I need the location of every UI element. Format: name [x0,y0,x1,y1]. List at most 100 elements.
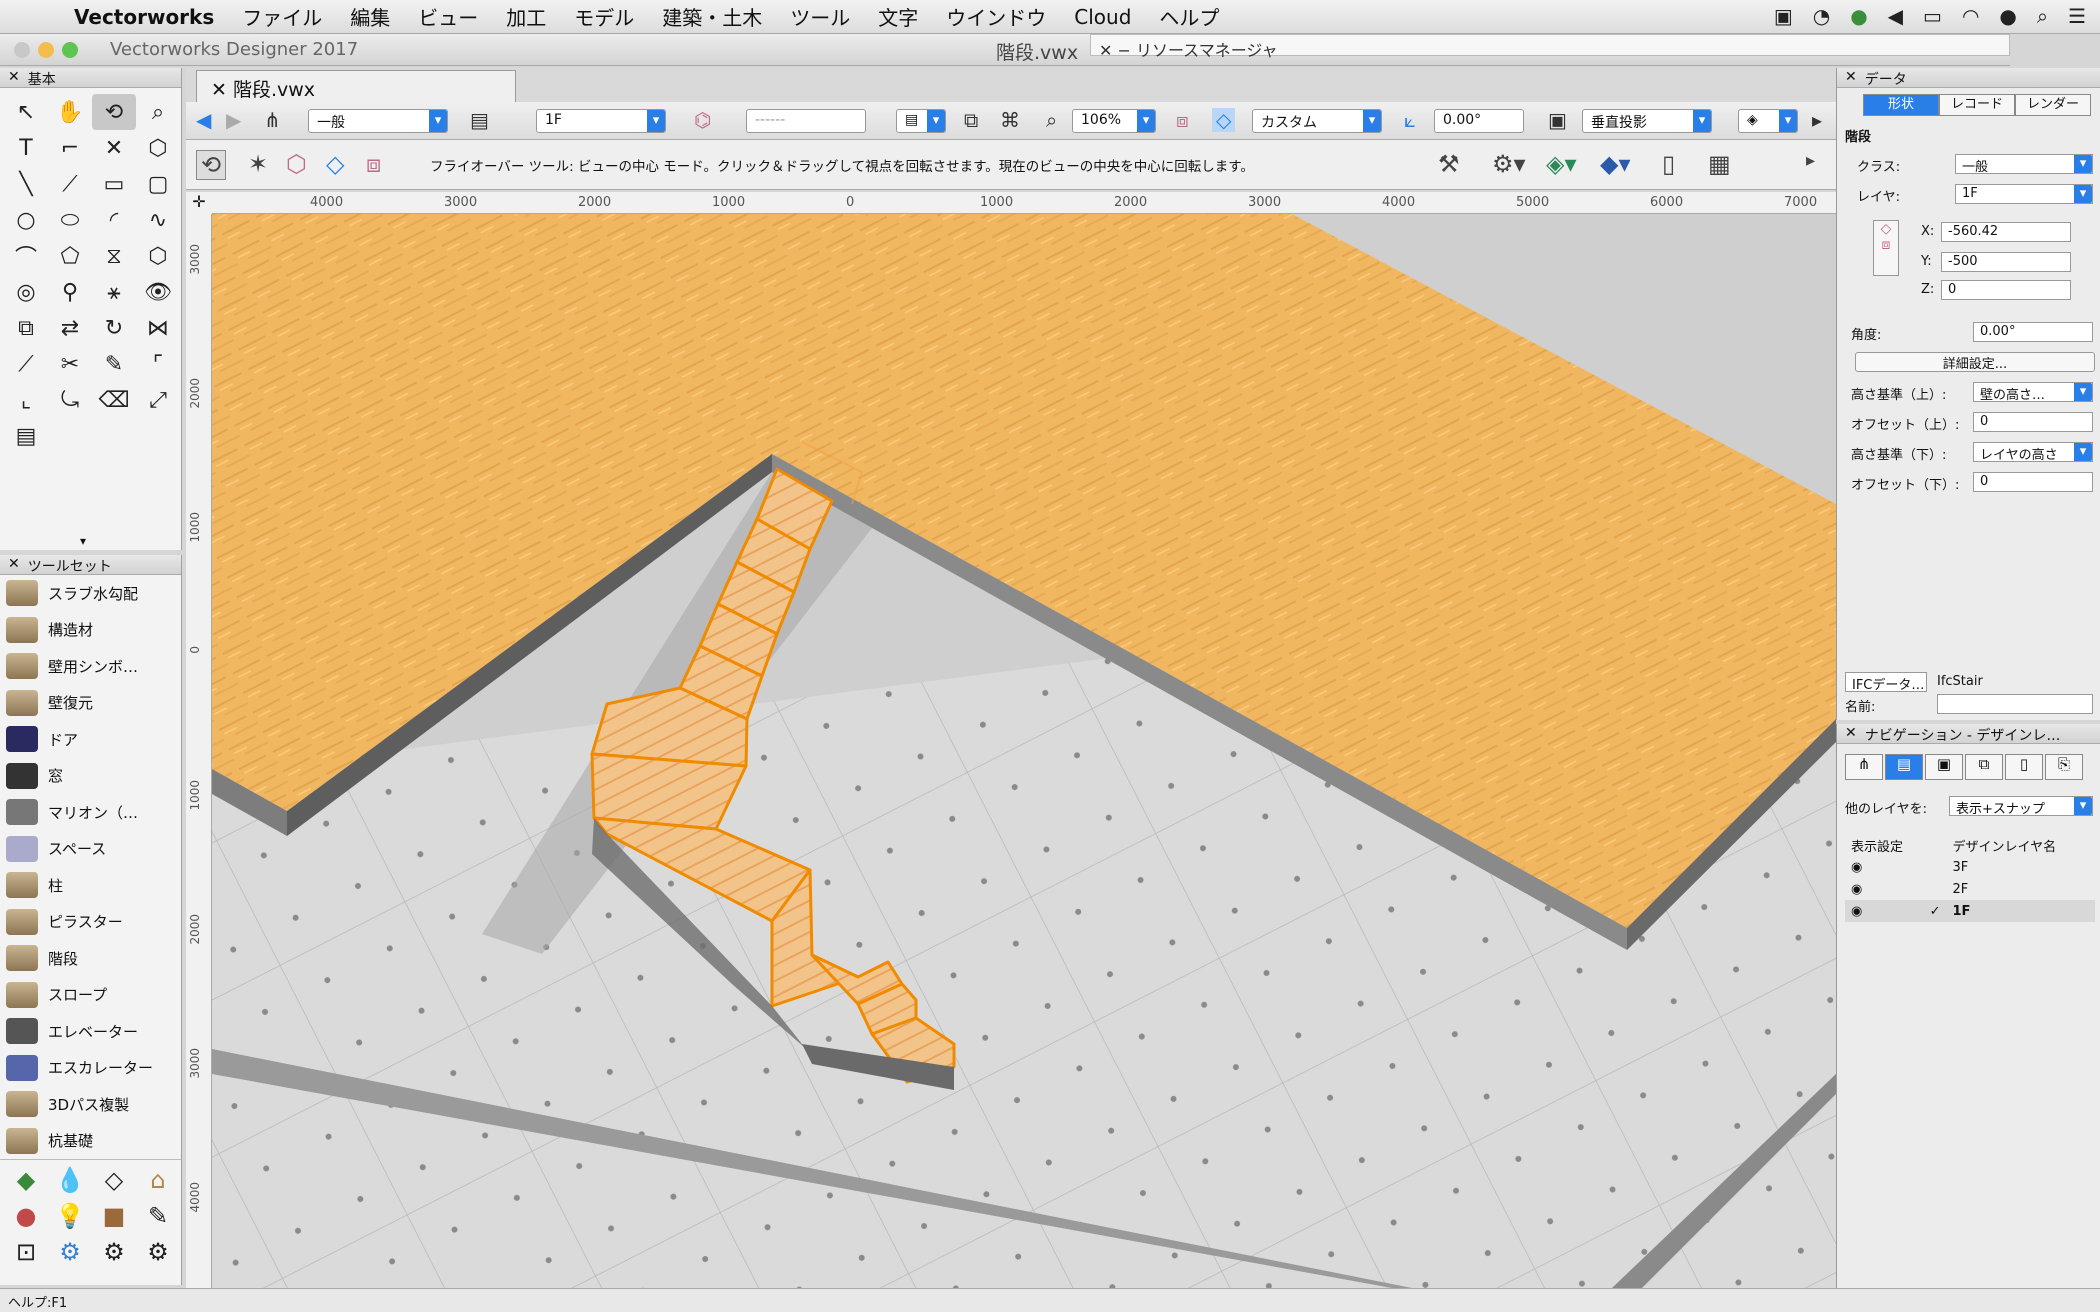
y-field[interactable]: -500 [1941,252,2071,272]
light-toolset-icon[interactable]: 💡 [48,1198,92,1234]
more-arrow-icon[interactable]: ▸ [1812,108,1822,132]
close-window-button[interactable] [14,42,30,58]
layer-options-icon[interactable]: ⌬ [694,108,711,132]
eraser-tool-icon[interactable]: ⌫ [92,382,136,418]
menu-tools[interactable]: ツール [776,2,864,31]
rotation-angle-field[interactable]: 0.00° [1434,109,1524,133]
time-machine-icon[interactable]: ◔ [1813,4,1830,28]
locus-tool-icon[interactable]: ✕ [92,130,136,166]
rotate-plan-icon[interactable]: ⟀ [1404,108,1416,132]
document-tab[interactable]: ✕ 階段.vwx [196,70,516,102]
bottom-offset-field[interactable]: 0 [1973,472,2093,492]
toolset-item[interactable]: マリオン（… [0,794,181,831]
mirror-axis-tool-icon[interactable]: ⋈ [136,310,180,346]
tab-record[interactable]: レコード [1939,94,2015,116]
class-visibility-icon[interactable]: ▤ [470,108,489,132]
table-row[interactable]: ◉ 3F [1845,856,2095,878]
fixture-toolset-icon[interactable]: ⊡ [4,1234,48,1270]
water-toolset-icon[interactable]: 💧 [48,1162,92,1198]
reshape-tool-icon[interactable]: ⟋ [4,346,48,382]
toolset-item[interactable]: 3Dパス複製 [0,1086,181,1123]
sheet-layers-icon[interactable]: ▣ [1925,754,1963,780]
menu-help[interactable]: ヘルプ [1145,2,1233,31]
double-polygon-tool-icon[interactable]: ⧖ [92,238,136,274]
zoom-tool-icon[interactable]: ⌕ [136,94,180,130]
toolset-item[interactable]: ドア [0,721,181,758]
table-row[interactable]: ◉ ✓ 1F [1845,900,2095,922]
ruler-origin-icon[interactable]: ✛ [186,192,212,214]
machine-toolset-icon[interactable]: ⚙ [48,1234,92,1270]
cube-mode-icon[interactable]: ⬡ [286,150,307,178]
back-icon[interactable]: ◀ [196,108,211,132]
zoom-icon[interactable]: ⌕ [1046,108,1057,132]
saved-views-icon[interactable]: ⋔ [264,108,281,132]
line-tool-icon[interactable]: ╲ [4,166,48,202]
toolset-item[interactable]: 杭基礎 [0,1123,181,1160]
rounded-rectangle-tool-icon[interactable]: ▢ [136,166,180,202]
classes-icon[interactable]: ▯ [2005,754,2043,780]
eye-icon[interactable]: ◉ [1845,856,1924,878]
building-toolset-icon[interactable]: ⌂ [136,1162,180,1198]
detail-toolset-icon[interactable]: ✎ [136,1198,180,1234]
gear-toolset-icon[interactable]: ⚙ [92,1234,136,1270]
close-icon[interactable]: ✕ [1845,725,1857,742]
connect-tool-icon[interactable]: ⤢ [136,382,180,418]
z-field[interactable]: 0 [1941,280,2071,300]
toolset-item[interactable]: エスカレーター [0,1050,181,1087]
top-offset-field[interactable]: 0 [1973,412,2093,432]
list-icon[interactable]: ☰ [2068,4,2086,28]
zoom-window-button[interactable] [62,42,78,58]
menu-architect[interactable]: 建築・土木 [648,2,776,31]
tab-shape[interactable]: 形状 [1863,94,1939,116]
grid-icon[interactable]: ▦ [1708,150,1731,178]
menu-window[interactable]: ウインドウ [932,2,1060,31]
toolset-item[interactable]: ピラスター [0,904,181,941]
toolset-item[interactable]: 柱 [0,867,181,904]
rectangle-tool-icon[interactable]: ▭ [92,166,136,202]
toolset-item[interactable]: 階段 [0,940,181,977]
name-field[interactable] [1937,694,2093,714]
working-plane-mode-icon[interactable]: ⧈ [366,150,381,178]
circle-tool-icon[interactable]: ○ [4,202,48,238]
projection-icon[interactable]: ⧉ [964,108,978,132]
toolset-item[interactable]: スロープ [0,977,181,1014]
wifi-icon[interactable]: ◠ [1962,4,1979,28]
bottom-bound-select[interactable]: レイヤの高さ [1973,442,2093,462]
user-icon[interactable]: ● [1999,4,2016,28]
origin-point-icon[interactable]: ◇ ⧈ [1873,220,1899,276]
table-row[interactable]: ◉ 2F [1845,878,2095,900]
visibility-tool-icon[interactable]: 👁 [136,274,180,310]
offset-tool-icon[interactable]: ⤿ [48,382,92,418]
active-layer-select[interactable]: 1F [536,109,666,133]
class-select[interactable]: 一般 [1955,154,2093,174]
menu-view[interactable]: ビュー [404,2,492,31]
menu-app[interactable]: Vectorworks [60,5,228,29]
menu-edit[interactable]: 編集 [336,2,404,31]
projection-select[interactable]: 垂直投影 [1582,109,1712,133]
ifc-data-button[interactable]: IFCデータ… [1845,672,1927,692]
fillet-tool-icon[interactable]: ⌜ [136,346,180,382]
detail-settings-button[interactable]: 詳細設定... [1855,352,2095,372]
camera-icon[interactable]: ▣ [1774,4,1793,28]
menu-file[interactable]: ファイル [228,2,336,31]
search-icon[interactable]: ⌕ [2037,4,2048,28]
3d-locus-tool-icon[interactable]: ⬡ [136,130,180,166]
resource-manager-titlebar[interactable]: ✕ − リソースマネージャ [1090,34,2010,60]
wand-tool-icon[interactable]: ⚹ [92,274,136,310]
menu-cloud[interactable]: Cloud [1060,5,1145,29]
layer-stack-icon[interactable]: ▣ [1548,108,1567,132]
split-tool-icon[interactable]: ✂ [48,346,92,382]
plane-mode-icon[interactable]: ◇ [326,150,344,178]
oval-tool-icon[interactable]: ⬭ [48,202,92,238]
zoom-select[interactable]: 106% [1072,109,1156,133]
standard-view-select[interactable]: カスタム [1252,109,1382,133]
settings-toolset-icon[interactable]: ⚙ [136,1234,180,1270]
walkthrough-icon[interactable]: ⚒ [1438,150,1460,178]
flyover-center-mode-icon[interactable]: ⟲ [196,150,227,180]
render-options-select[interactable]: ◈ [1738,109,1798,133]
toolset-item[interactable]: スペース [0,831,181,868]
page-icon[interactable]: ▯ [1662,150,1675,178]
rotate-tool-icon[interactable]: ↻ [92,310,136,346]
toolset-item[interactable]: 壁用シンボ… [0,648,181,685]
viewports-icon[interactable]: ⧉ [1965,754,2003,780]
